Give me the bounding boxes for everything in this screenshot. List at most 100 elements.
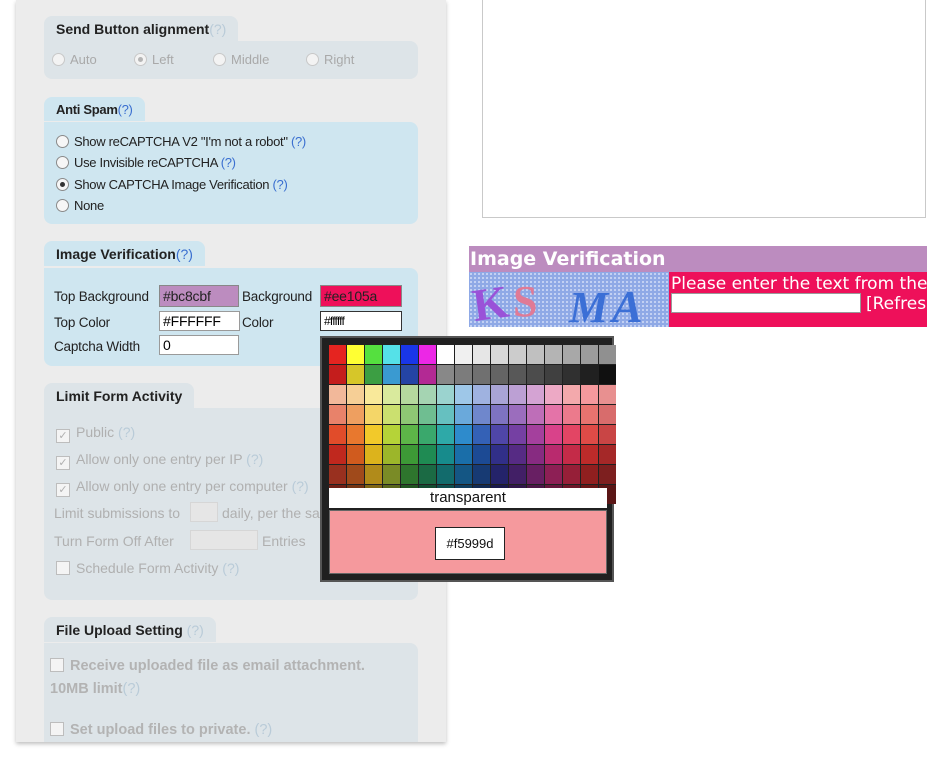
radio-middle[interactable]: [213, 53, 226, 66]
color-swatch[interactable]: [329, 405, 346, 424]
color-swatch[interactable]: [383, 365, 400, 384]
color-swatch[interactable]: [473, 425, 490, 444]
color-swatch[interactable]: [419, 405, 436, 424]
color-swatch[interactable]: [563, 445, 580, 464]
color-swatch[interactable]: [455, 465, 472, 484]
color-swatch[interactable]: [599, 425, 616, 444]
help-link[interactable]: (?): [255, 722, 273, 738]
color-swatch[interactable]: [365, 385, 382, 404]
color-swatch[interactable]: [401, 425, 418, 444]
help-link[interactable]: (?): [118, 424, 135, 440]
color-swatch[interactable]: [527, 365, 544, 384]
color-swatch[interactable]: [347, 405, 364, 424]
anti-spam-option-recaptcha-v2[interactable]: Show reCAPTCHA V2 "I'm not a robot" (?): [56, 134, 306, 149]
color-swatch[interactable]: [581, 385, 598, 404]
public-option[interactable]: ✓ Public (?): [56, 424, 135, 443]
color-swatch[interactable]: [347, 365, 364, 384]
color-swatch[interactable]: [509, 365, 526, 384]
radio-invisible-recaptcha[interactable]: [56, 156, 69, 169]
color-swatch[interactable]: [347, 385, 364, 404]
private-upload-checkbox[interactable]: [50, 722, 64, 736]
color-swatch[interactable]: [545, 425, 562, 444]
color-swatch[interactable]: [383, 405, 400, 424]
alignment-option-left[interactable]: Left: [134, 52, 174, 67]
color-swatch[interactable]: [383, 385, 400, 404]
color-swatch[interactable]: [581, 445, 598, 464]
color-swatch[interactable]: [599, 405, 616, 424]
color-swatch[interactable]: [473, 445, 490, 464]
color-swatch[interactable]: [563, 425, 580, 444]
color-swatch[interactable]: [509, 405, 526, 424]
color-swatch[interactable]: [545, 385, 562, 404]
schedule-option[interactable]: Schedule Form Activity (?): [56, 560, 239, 576]
private-upload-option[interactable]: Set upload files to private. (?): [50, 722, 272, 738]
color-swatch[interactable]: [347, 345, 364, 364]
color-swatch[interactable]: [599, 385, 616, 404]
anti-spam-option-invisible[interactable]: Use Invisible reCAPTCHA (?): [56, 155, 236, 170]
color-swatch[interactable]: [419, 425, 436, 444]
public-checkbox[interactable]: ✓: [56, 429, 70, 443]
receive-attachment-option[interactable]: Receive uploaded file as email attachmen…: [50, 658, 365, 674]
color-swatch[interactable]: [329, 425, 346, 444]
color-swatch[interactable]: [329, 465, 346, 484]
radio-right[interactable]: [306, 53, 319, 66]
color-swatch[interactable]: [437, 465, 454, 484]
color-swatch[interactable]: [491, 425, 508, 444]
color-swatch[interactable]: [545, 465, 562, 484]
alignment-option-auto[interactable]: Auto: [52, 52, 97, 67]
color-swatch[interactable]: [581, 405, 598, 424]
radio-recaptcha-v2[interactable]: [56, 135, 69, 148]
anti-spam-option-captcha-image[interactable]: Show CAPTCHA Image Verification (?): [56, 177, 288, 192]
color-swatch[interactable]: [419, 445, 436, 464]
color-swatch[interactable]: [509, 345, 526, 364]
color-swatch[interactable]: [401, 445, 418, 464]
color-swatch[interactable]: [347, 465, 364, 484]
captcha-refresh-link[interactable]: [Refres: [866, 294, 926, 314]
color-swatch[interactable]: [581, 425, 598, 444]
color-swatch[interactable]: [509, 425, 526, 444]
help-link[interactable]: (?): [291, 134, 306, 149]
color-swatch[interactable]: [383, 425, 400, 444]
anti-spam-option-none[interactable]: None: [56, 198, 104, 213]
help-link[interactable]: (?): [292, 478, 309, 494]
help-link[interactable]: (?): [221, 155, 236, 170]
one-entry-ip-option[interactable]: ✓ Allow only one entry per IP (?): [56, 451, 263, 470]
radio-captcha-image[interactable]: [56, 178, 69, 191]
color-swatch[interactable]: [527, 385, 544, 404]
alignment-option-middle[interactable]: Middle: [213, 52, 269, 67]
radio-auto[interactable]: [52, 53, 65, 66]
alignment-option-right[interactable]: Right: [306, 52, 354, 67]
color-swatch[interactable]: [527, 345, 544, 364]
top-background-input[interactable]: #bc8cbf: [159, 285, 239, 307]
color-swatch[interactable]: [365, 465, 382, 484]
color-swatch[interactable]: [383, 345, 400, 364]
color-swatch[interactable]: [437, 345, 454, 364]
schedule-checkbox[interactable]: [56, 561, 70, 575]
color-swatch[interactable]: [419, 365, 436, 384]
color-swatch[interactable]: [545, 345, 562, 364]
color-swatch[interactable]: [491, 345, 508, 364]
captcha-width-input[interactable]: 0: [159, 335, 239, 355]
captcha-answer-input[interactable]: [671, 293, 861, 313]
color-swatch[interactable]: [455, 405, 472, 424]
color-swatch[interactable]: [491, 465, 508, 484]
color-swatch[interactable]: [473, 405, 490, 424]
color-swatch[interactable]: [563, 345, 580, 364]
color-swatch[interactable]: [545, 365, 562, 384]
color-swatch[interactable]: [437, 445, 454, 464]
color-swatch[interactable]: [401, 345, 418, 364]
color-swatch[interactable]: [473, 465, 490, 484]
color-swatch[interactable]: [419, 385, 436, 404]
color-swatch[interactable]: [365, 365, 382, 384]
color-swatch[interactable]: [491, 445, 508, 464]
color-swatch[interactable]: [491, 385, 508, 404]
color-swatch[interactable]: [347, 445, 364, 464]
color-swatch[interactable]: [527, 465, 544, 484]
transparent-option[interactable]: transparent: [329, 488, 607, 508]
color-swatch[interactable]: [455, 365, 472, 384]
color-swatch[interactable]: [329, 385, 346, 404]
color-swatch[interactable]: [365, 405, 382, 424]
color-swatch[interactable]: [581, 345, 598, 364]
help-link[interactable]: (?): [246, 451, 263, 467]
color-swatch[interactable]: [473, 345, 490, 364]
